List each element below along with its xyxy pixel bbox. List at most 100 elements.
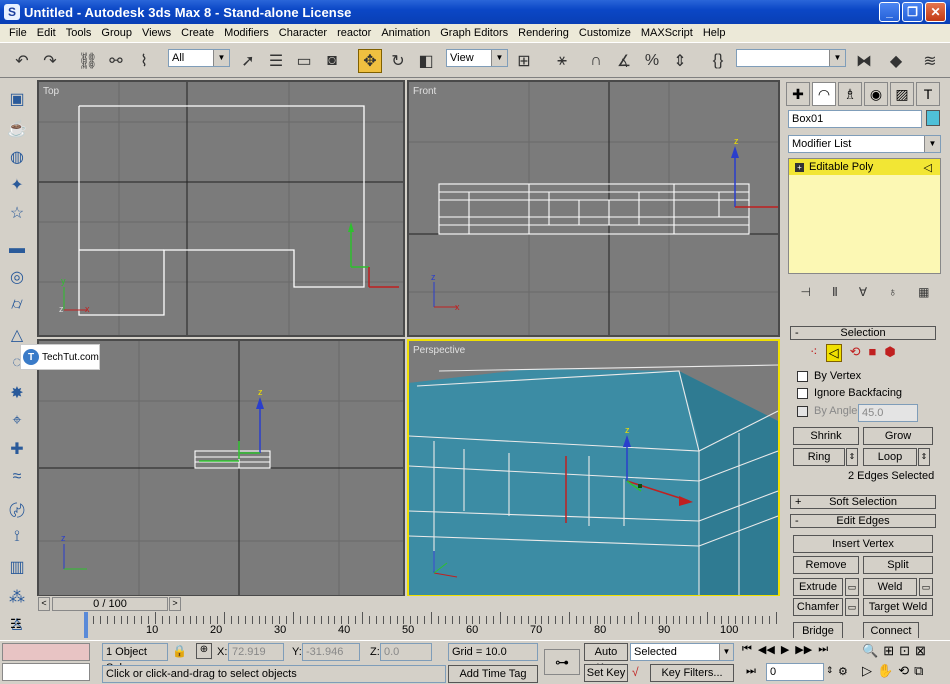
stack-item-editable-poly[interactable]: + Editable Poly ◁ bbox=[789, 159, 940, 175]
close-button[interactable]: ✕ bbox=[925, 2, 946, 22]
x-coord-field[interactable]: 72.919 bbox=[228, 643, 284, 661]
front-viewport[interactable]: Front z z x bbox=[407, 80, 780, 337]
time-prev-arrow-icon[interactable]: < bbox=[38, 597, 50, 611]
top-viewport[interactable]: Top y z x bbox=[37, 80, 405, 337]
menu-reactor[interactable]: reactor bbox=[332, 27, 376, 39]
zoom-extents-icon[interactable]: ⊡ bbox=[899, 643, 910, 659]
pin-stack-icon[interactable]: ⊣ bbox=[801, 285, 811, 299]
key-mode-toggle-icon[interactable]: ⏭ bbox=[746, 665, 756, 678]
display-tab-icon[interactable]: ▨ bbox=[890, 82, 914, 106]
box-icon[interactable]: ▣ bbox=[6, 88, 28, 110]
layer-manager-icon[interactable]: ≋ bbox=[918, 49, 942, 73]
set-key-button[interactable]: Set Key bbox=[584, 664, 628, 682]
menu-help[interactable]: Help bbox=[698, 27, 731, 39]
menu-graph-editors[interactable]: Graph Editors bbox=[435, 27, 513, 39]
spinner-snap-icon[interactable]: ⇕ bbox=[668, 49, 692, 73]
arc-rotate-icon[interactable]: ⟲ bbox=[898, 663, 909, 679]
play-icon[interactable]: ▶ bbox=[781, 643, 789, 656]
loop-button[interactable]: Loop bbox=[863, 448, 917, 466]
reference-coordinate-dropdown[interactable]: View ▼ bbox=[446, 49, 508, 67]
menu-edit[interactable]: Edit bbox=[32, 27, 61, 39]
align-icon[interactable]: ◆ bbox=[884, 49, 908, 73]
chamfer-settings-icon[interactable]: ▭ bbox=[845, 598, 859, 616]
angle-snap-icon[interactable]: ∡ bbox=[612, 49, 636, 73]
auto-key-button[interactable]: Auto Key bbox=[584, 643, 628, 674]
by-vertex-checkbox[interactable] bbox=[797, 371, 808, 382]
select-and-move-icon[interactable]: ✥ bbox=[358, 49, 382, 73]
edge-subobject-button-icon[interactable]: ◁ bbox=[825, 344, 842, 362]
configure-sets-icon[interactable]: ▦ bbox=[918, 285, 929, 299]
bone-icon[interactable]: ⟟ bbox=[6, 526, 28, 548]
grow-button[interactable]: Grow bbox=[863, 427, 933, 445]
select-and-scale-icon[interactable]: ◧ bbox=[414, 49, 438, 73]
menu-file[interactable]: File bbox=[4, 27, 32, 39]
window-crossing-icon[interactable]: ◙ bbox=[320, 49, 344, 73]
insert-vertex-button[interactable]: Insert Vertex bbox=[793, 535, 933, 553]
camera-icon[interactable]: ⌖ bbox=[6, 410, 28, 432]
show-end-result-icon[interactable]: Ⅱ bbox=[832, 285, 838, 299]
add-time-tag-button[interactable]: Add Time Tag bbox=[448, 665, 538, 683]
current-frame-marker[interactable] bbox=[84, 612, 88, 638]
ring-spinner[interactable]: ⇕ bbox=[846, 448, 858, 466]
by-angle-checkbox[interactable] bbox=[797, 406, 808, 417]
motion-tab-icon[interactable]: ◉ bbox=[864, 82, 888, 106]
named-selection-dropdown[interactable]: ▼ bbox=[736, 49, 846, 67]
set-key-mode-icon[interactable]: ⊶ bbox=[544, 649, 580, 675]
target-weld-button[interactable]: Target Weld bbox=[863, 598, 933, 616]
rectangular-selection-icon[interactable]: ▭ bbox=[292, 49, 316, 73]
time-config-icon[interactable]: ⚙ bbox=[838, 665, 848, 678]
create-tab-icon[interactable]: ✚ bbox=[786, 82, 810, 106]
polygon-subobject-icon[interactable]: ■ bbox=[869, 344, 877, 362]
menu-rendering[interactable]: Rendering bbox=[513, 27, 574, 39]
mirror-icon[interactable]: ⧓ bbox=[852, 49, 876, 73]
teapot-icon[interactable]: ☕ bbox=[6, 118, 28, 140]
menu-character[interactable]: Character bbox=[274, 27, 332, 39]
perspective-viewport[interactable]: Perspective z bbox=[407, 339, 780, 597]
cone-icon[interactable]: △ bbox=[6, 324, 28, 346]
key-mode-dropdown[interactable]: Selected ▼ bbox=[630, 643, 734, 661]
edit-named-selection-icon[interactable]: {} bbox=[706, 49, 730, 73]
menu-animation[interactable]: Animation bbox=[376, 27, 435, 39]
helper-icon[interactable]: ✚ bbox=[6, 438, 28, 460]
shape-icon[interactable]: 〄 bbox=[6, 498, 28, 520]
material-icon[interactable]: ▥ bbox=[6, 556, 28, 578]
light-icon[interactable]: ✸ bbox=[6, 382, 28, 404]
remove-button[interactable]: Remove bbox=[793, 556, 859, 574]
menu-group[interactable]: Group bbox=[96, 27, 137, 39]
object-color-swatch[interactable] bbox=[926, 110, 940, 126]
border-subobject-icon[interactable]: ⟲ bbox=[850, 344, 861, 362]
time-next-arrow-icon[interactable]: > bbox=[169, 597, 181, 611]
absolute-mode-icon[interactable]: ⊕ bbox=[196, 643, 212, 659]
select-object-icon[interactable]: ➚ bbox=[236, 49, 260, 73]
maximize-button[interactable]: ❐ bbox=[902, 2, 923, 22]
weld-button[interactable]: Weld bbox=[863, 578, 917, 596]
soft-selection-rollout-header[interactable]: + Soft Selection bbox=[790, 495, 936, 509]
cylinder-icon[interactable]: ⌭ bbox=[6, 294, 28, 316]
frame-spinner-icon[interactable]: ⇕ bbox=[826, 665, 834, 676]
remove-modifier-icon[interactable]: ♁ bbox=[888, 285, 897, 299]
mini-curve-editor-icon[interactable]: ☷ bbox=[10, 616, 22, 632]
select-by-name-icon[interactable]: ☰ bbox=[264, 49, 288, 73]
app-logo-icon[interactable]: S bbox=[4, 4, 20, 20]
element-subobject-icon[interactable]: ⬢ bbox=[884, 344, 895, 362]
extrude-settings-icon[interactable]: ▭ bbox=[845, 578, 859, 596]
menu-create[interactable]: Create bbox=[176, 27, 219, 39]
select-and-rotate-icon[interactable]: ↻ bbox=[386, 49, 410, 73]
menu-modifiers[interactable]: Modifiers bbox=[219, 27, 274, 39]
left-viewport[interactable]: z z bbox=[37, 339, 405, 597]
expand-icon[interactable]: + bbox=[795, 162, 804, 172]
redo-icon[interactable]: ↷ bbox=[38, 49, 62, 73]
maxscript-listener-white[interactable] bbox=[2, 663, 90, 681]
ignore-backfacing-checkbox[interactable] bbox=[797, 388, 808, 399]
lock-selection-icon[interactable]: 🔒 bbox=[172, 644, 187, 658]
weld-settings-icon[interactable]: ▭ bbox=[919, 578, 933, 596]
percent-snap-icon[interactable]: % bbox=[640, 49, 664, 73]
space-warp-icon[interactable]: ≈ bbox=[6, 466, 28, 488]
vertex-subobject-icon[interactable]: ⁖ bbox=[810, 344, 818, 362]
previous-frame-icon[interactable]: ◀◀ bbox=[758, 643, 775, 656]
plane-icon[interactable]: ▬ bbox=[6, 238, 28, 260]
menu-maxscript[interactable]: MAXScript bbox=[636, 27, 698, 39]
unlink-icon[interactable]: ⚯ bbox=[104, 49, 128, 73]
make-unique-icon[interactable]: ∀ bbox=[859, 285, 867, 299]
modifier-stack[interactable]: + Editable Poly ◁ bbox=[788, 158, 941, 274]
